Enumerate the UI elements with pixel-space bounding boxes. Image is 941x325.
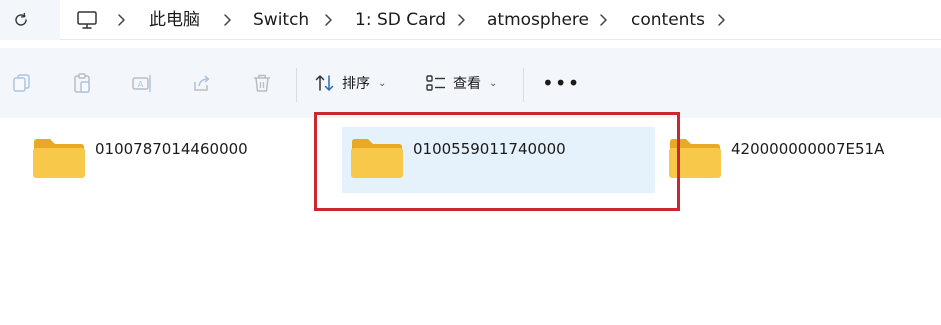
folder-item-selected[interactable]: 0100559011740000 bbox=[342, 127, 655, 193]
folder-item[interactable]: 0100787014460000 bbox=[22, 128, 312, 194]
svg-text:A: A bbox=[138, 80, 144, 89]
view-button[interactable]: 查看 ⌄ bbox=[425, 70, 497, 96]
folder-name: 420000000007E51A bbox=[731, 140, 885, 158]
chevron-right-icon[interactable] bbox=[598, 10, 610, 30]
sort-label: 排序 bbox=[342, 76, 370, 92]
folder-icon bbox=[33, 139, 85, 178]
chevron-right-icon[interactable] bbox=[323, 10, 335, 30]
paste-icon[interactable] bbox=[71, 72, 93, 94]
folder-name: 0100787014460000 bbox=[95, 140, 248, 158]
refresh-button[interactable] bbox=[8, 8, 34, 32]
toolbar-divider bbox=[296, 68, 297, 102]
folder-icon bbox=[351, 139, 403, 178]
folder-name: 0100559011740000 bbox=[413, 140, 566, 158]
breadcrumb-atmosphere[interactable]: atmosphere bbox=[487, 9, 589, 31]
breadcrumb-sd-card[interactable]: 1: SD Card bbox=[355, 9, 446, 31]
breadcrumb[interactable]: 此电脑 Switch 1: SD Card atmosphere content… bbox=[60, 0, 941, 40]
view-icon bbox=[426, 75, 445, 91]
share-icon[interactable] bbox=[191, 72, 213, 94]
rename-icon[interactable]: A bbox=[131, 72, 153, 94]
folder-icon bbox=[669, 139, 721, 178]
refresh-icon bbox=[15, 12, 27, 26]
folder-item[interactable]: 420000000007E51A bbox=[660, 128, 930, 194]
toolbar-divider bbox=[523, 68, 524, 102]
delete-icon[interactable] bbox=[251, 72, 273, 94]
chevron-right-icon[interactable] bbox=[456, 10, 468, 30]
sort-icon bbox=[315, 75, 334, 91]
chevron-right-icon[interactable] bbox=[116, 10, 128, 30]
breadcrumb-this-pc[interactable]: 此电脑 bbox=[149, 9, 200, 31]
sort-button[interactable]: 排序 ⌄ bbox=[314, 70, 386, 96]
breadcrumb-contents[interactable]: contents bbox=[631, 9, 705, 31]
more-options-button[interactable]: ••• bbox=[542, 73, 580, 93]
view-label: 查看 bbox=[453, 76, 481, 92]
chevron-right-icon[interactable] bbox=[222, 10, 234, 30]
chevron-down-icon: ⌄ bbox=[378, 77, 387, 89]
breadcrumb-switch[interactable]: Switch bbox=[253, 9, 309, 31]
copy-icon[interactable] bbox=[11, 72, 33, 94]
address-bar-row: 此电脑 Switch 1: SD Card atmosphere content… bbox=[0, 0, 941, 40]
chevron-down-icon: ⌄ bbox=[489, 77, 498, 89]
chevron-right-icon[interactable] bbox=[716, 10, 728, 30]
command-bar: A 排序 ⌄ 查看 ⌄ ••• bbox=[0, 48, 941, 118]
computer-icon[interactable] bbox=[76, 9, 98, 31]
